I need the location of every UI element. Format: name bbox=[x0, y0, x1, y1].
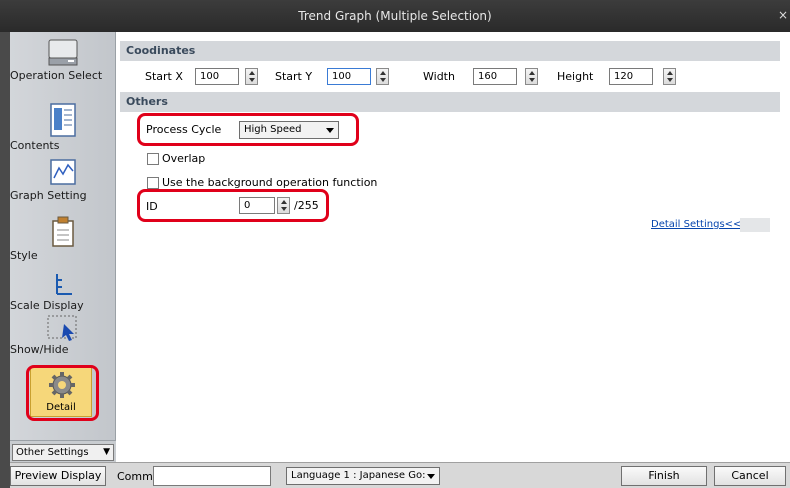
height-input[interactable]: 120 bbox=[609, 68, 653, 85]
id-input[interactable]: 0 bbox=[239, 197, 275, 214]
sidebar-item-label: Graph Setting bbox=[10, 189, 87, 202]
link-trailing-band bbox=[740, 218, 770, 232]
sidebar-item-label: Operation Select bbox=[10, 69, 103, 82]
background-operation-checkbox[interactable] bbox=[147, 177, 159, 189]
id-label: ID bbox=[146, 200, 158, 213]
main-panel: Coodinates Start X 100 Start Y 100 Width… bbox=[117, 32, 790, 462]
id-max-label: /255 bbox=[294, 199, 319, 212]
sidebar-item-show-hide[interactable]: Show/Hide bbox=[10, 314, 116, 355]
sidebar-footer: Other Settings ▼ bbox=[10, 440, 116, 462]
comm-label: Comm bbox=[117, 470, 153, 483]
width-input[interactable]: 160 bbox=[473, 68, 517, 85]
finish-button[interactable]: Finish bbox=[621, 466, 707, 486]
close-icon[interactable]: × bbox=[778, 8, 788, 22]
start-x-label: Start X bbox=[145, 70, 183, 83]
language-value: Language 1 : Japanese Go: bbox=[291, 470, 426, 481]
chevron-down-icon bbox=[326, 128, 334, 133]
process-cycle-value: High Speed bbox=[244, 124, 302, 135]
sidebar-item-label: Contents bbox=[10, 139, 60, 152]
operation-select-icon bbox=[48, 39, 78, 66]
start-y-label: Start Y bbox=[275, 70, 313, 83]
start-x-input[interactable]: 100 bbox=[195, 68, 239, 85]
process-cycle-label: Process Cycle bbox=[146, 123, 222, 136]
start-y-spinner[interactable] bbox=[376, 68, 389, 85]
language-dropdown[interactable]: Language 1 : Japanese Go: bbox=[286, 467, 440, 485]
sidebar-item-graph-setting[interactable]: Graph Setting bbox=[10, 158, 116, 201]
graph-setting-icon bbox=[50, 159, 76, 185]
contents-icon bbox=[50, 103, 76, 137]
sidebar-item-contents[interactable]: Contents bbox=[10, 102, 116, 151]
width-label: Width bbox=[423, 70, 455, 83]
sidebar-item-operation-select[interactable]: Operation Select bbox=[10, 38, 116, 81]
id-spinner[interactable] bbox=[277, 197, 290, 214]
other-settings-dropdown[interactable]: Other Settings ▼ bbox=[12, 444, 114, 461]
window-title: Trend Graph (Multiple Selection) bbox=[298, 9, 492, 23]
section-header-coordinates: Coodinates bbox=[120, 41, 780, 61]
sidebar: Operation Select Contents Graph Setting … bbox=[10, 32, 116, 440]
height-label: Height bbox=[557, 70, 594, 83]
comm-input[interactable] bbox=[153, 466, 271, 486]
width-spinner[interactable] bbox=[525, 68, 538, 85]
preview-display-button[interactable]: Preview Display bbox=[10, 466, 106, 486]
detail-settings-link[interactable]: Detail Settings<< bbox=[651, 219, 741, 230]
height-spinner[interactable] bbox=[663, 68, 676, 85]
background-operation-label: Use the background operation function bbox=[162, 176, 378, 189]
window-left-edge bbox=[0, 32, 10, 488]
overlap-label: Overlap bbox=[162, 152, 206, 165]
section-header-others: Others bbox=[120, 92, 780, 112]
style-icon bbox=[52, 216, 74, 247]
sidebar-item-label: Detail bbox=[46, 402, 76, 413]
scale-display-icon bbox=[56, 274, 72, 295]
sidebar-item-label: Scale Display bbox=[10, 299, 84, 312]
process-cycle-dropdown[interactable]: High Speed bbox=[239, 121, 339, 139]
other-settings-label: Other Settings bbox=[16, 447, 89, 458]
overlap-checkbox[interactable] bbox=[147, 153, 159, 165]
cancel-button[interactable]: Cancel bbox=[714, 466, 786, 486]
title-bar: Trend Graph (Multiple Selection) × bbox=[0, 0, 790, 32]
chevron-down-icon bbox=[427, 474, 435, 479]
sidebar-item-detail[interactable]: Detail bbox=[30, 367, 92, 417]
chevron-down-icon: ▼ bbox=[103, 447, 110, 457]
show-hide-icon bbox=[47, 315, 77, 341]
sidebar-item-label: Style bbox=[10, 249, 38, 262]
sidebar-item-label: Show/Hide bbox=[10, 343, 69, 356]
start-x-spinner[interactable] bbox=[245, 68, 258, 85]
gear-icon bbox=[49, 372, 75, 398]
sidebar-item-style[interactable]: Style bbox=[10, 216, 116, 261]
bottom-bar: Preview Display Comm Language 1 : Japane… bbox=[10, 462, 790, 488]
sidebar-item-scale-display[interactable]: Scale Display bbox=[10, 272, 116, 311]
start-y-input[interactable]: 100 bbox=[327, 68, 371, 85]
